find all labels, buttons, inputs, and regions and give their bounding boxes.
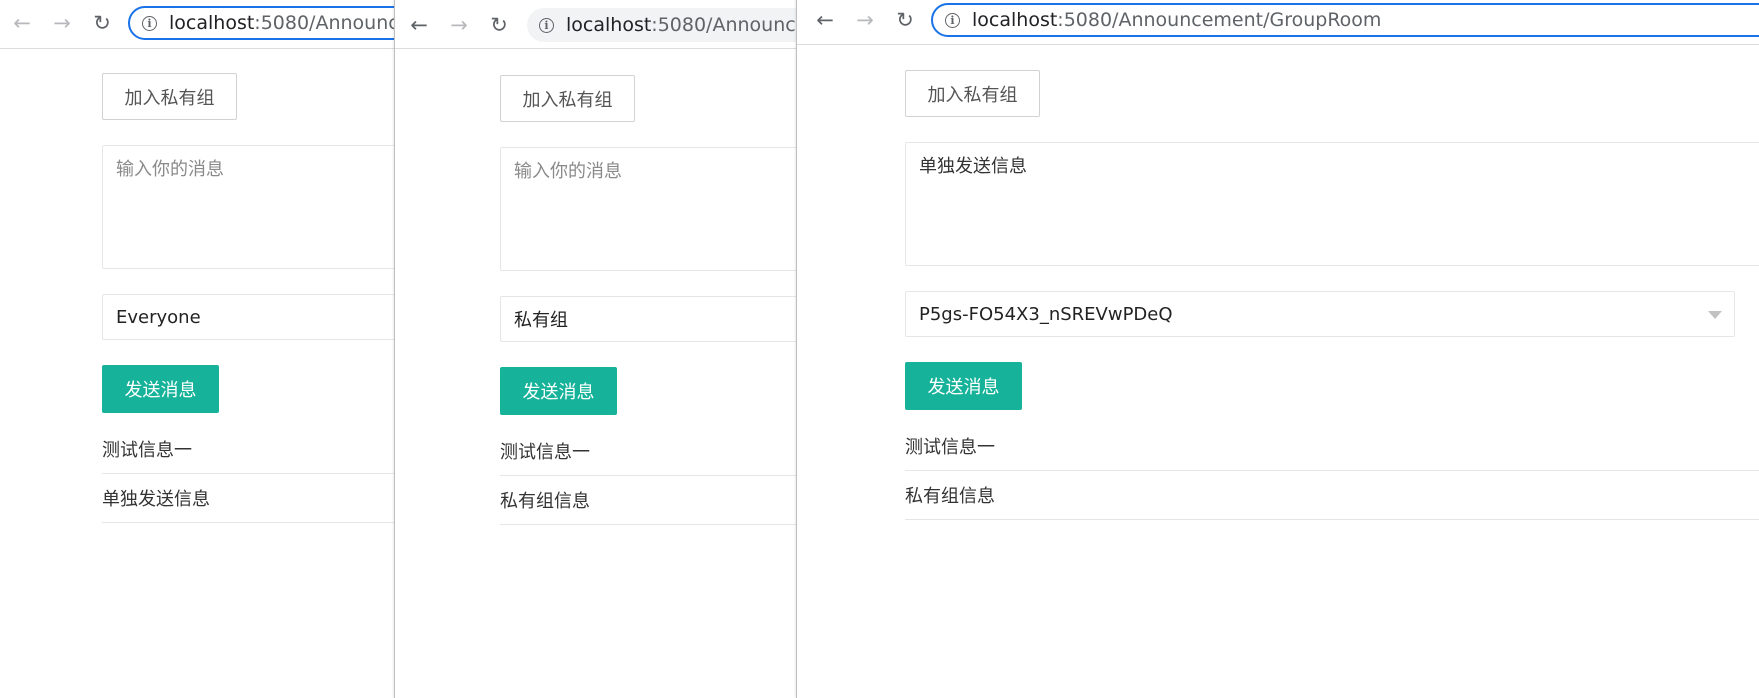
page-content: 加入私有组 输入你的消息 私有组 发送消息 测试信息一 私有组信息 [395, 0, 797, 698]
recipient-select[interactable]: Everyone [102, 294, 394, 340]
message-list-item: 测试信息一 [905, 422, 1759, 471]
send-message-button[interactable]: 发送消息 [500, 367, 617, 415]
message-input[interactable]: 输入你的消息 [500, 147, 797, 271]
browser-window-3: ← → ↻ i localhost:5080/Announcement/Grou… [796, 0, 1759, 698]
recipient-select-value: P5gs-FO54X3_nSREVwPDeQ [919, 303, 1173, 325]
message-list-item: 私有组信息 [500, 476, 797, 525]
message-list-item: 测试信息一 [102, 425, 394, 474]
chevron-down-icon[interactable] [1708, 311, 1722, 319]
recipient-select[interactable]: 私有组 [500, 296, 797, 342]
message-list-item: 单独发送信息 [102, 474, 394, 523]
page-content: 加入私有组 单独发送信息 P5gs-FO54X3_nSREVwPDeQ 发送消息… [797, 0, 1759, 698]
page-content: 加入私有组 输入你的消息 Everyone 发送消息 测试信息一 单独发送信息 [0, 0, 394, 698]
send-message-button[interactable]: 发送消息 [905, 362, 1022, 410]
message-list-item: 测试信息一 [500, 427, 797, 476]
browser-window-1: ← → ↻ i localhost:5080/Announcem 加入私有组 输… [0, 0, 394, 698]
message-list-item: 私有组信息 [905, 471, 1759, 520]
recipient-select-value: Everyone [116, 306, 201, 328]
join-private-group-button[interactable]: 加入私有组 [905, 70, 1040, 117]
browser-window-2: ← → ↻ i localhost:5080/Announcem 加入私有组 输… [394, 0, 797, 698]
join-private-group-button[interactable]: 加入私有组 [102, 73, 237, 120]
message-input[interactable]: 单独发送信息 [905, 142, 1759, 266]
send-message-button[interactable]: 发送消息 [102, 365, 219, 413]
recipient-select-value: 私有组 [514, 310, 568, 331]
recipient-select[interactable]: P5gs-FO54X3_nSREVwPDeQ [905, 291, 1735, 337]
join-private-group-button[interactable]: 加入私有组 [500, 75, 635, 122]
message-input[interactable]: 输入你的消息 [102, 145, 394, 269]
